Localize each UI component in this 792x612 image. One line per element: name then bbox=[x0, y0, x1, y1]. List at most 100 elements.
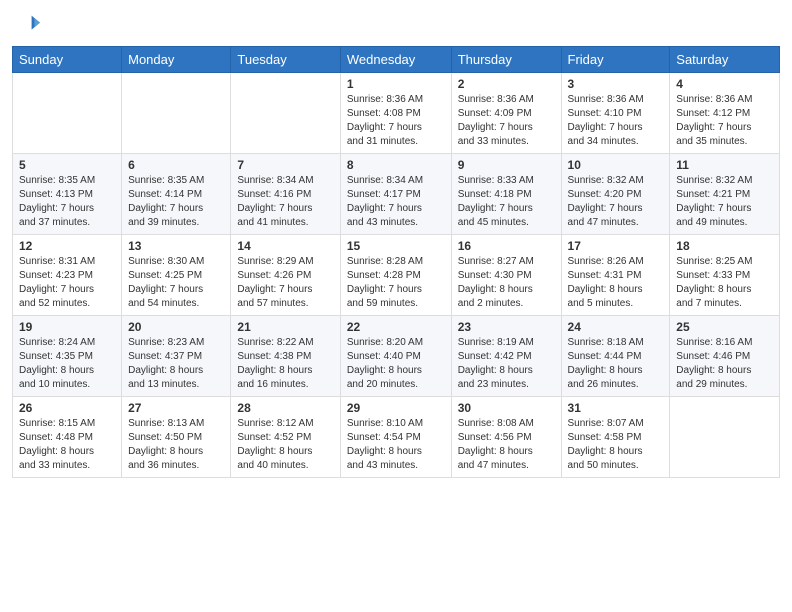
day-number: 21 bbox=[237, 320, 333, 334]
day-cell: 21 Sunrise: 8:22 AM Sunset: 4:38 PM Dayli… bbox=[231, 316, 340, 397]
day-cell: 7 Sunrise: 8:34 AM Sunset: 4:16 PM Daylig… bbox=[231, 154, 340, 235]
week-row-5: 26 Sunrise: 8:15 AM Sunset: 4:48 PM Dayli… bbox=[13, 397, 780, 478]
day-info: Sunrise: 8:34 AM Sunset: 4:17 PM Dayligh… bbox=[347, 174, 445, 230]
day-cell: 18 Sunrise: 8:25 AM Sunset: 4:33 PM Dayli… bbox=[670, 235, 780, 316]
day-cell: 16 Sunrise: 8:27 AM Sunset: 4:30 PM Dayli… bbox=[451, 235, 561, 316]
day-info: Sunrise: 8:25 AM Sunset: 4:33 PM Dayligh… bbox=[676, 255, 773, 311]
day-info: Sunrise: 8:32 AM Sunset: 4:20 PM Dayligh… bbox=[568, 174, 664, 230]
day-info: Sunrise: 8:35 AM Sunset: 4:14 PM Dayligh… bbox=[128, 174, 224, 230]
day-cell: 24 Sunrise: 8:18 AM Sunset: 4:44 PM Dayli… bbox=[561, 316, 670, 397]
day-info: Sunrise: 8:12 AM Sunset: 4:52 PM Dayligh… bbox=[237, 417, 333, 473]
day-number: 25 bbox=[676, 320, 773, 334]
day-info: Sunrise: 8:33 AM Sunset: 4:18 PM Dayligh… bbox=[458, 174, 555, 230]
day-number: 10 bbox=[568, 158, 664, 172]
day-info: Sunrise: 8:35 AM Sunset: 4:13 PM Dayligh… bbox=[19, 174, 115, 230]
day-number: 5 bbox=[19, 158, 115, 172]
day-number: 14 bbox=[237, 239, 333, 253]
weekday-header-saturday: Saturday bbox=[670, 47, 780, 73]
day-cell: 5 Sunrise: 8:35 AM Sunset: 4:13 PM Daylig… bbox=[13, 154, 122, 235]
week-row-4: 19Sunrise: 8:24 AM Sunset: 4:35 PM Dayli… bbox=[13, 316, 780, 397]
weekday-header-sunday: Sunday bbox=[13, 47, 122, 73]
day-info: Sunrise: 8:07 AM Sunset: 4:58 PM Dayligh… bbox=[568, 417, 664, 473]
day-cell: 11 Sunrise: 8:32 AM Sunset: 4:21 PM Dayli… bbox=[670, 154, 780, 235]
day-cell: 25 Sunrise: 8:16 AM Sunset: 4:46 PM Dayli… bbox=[670, 316, 780, 397]
day-info: Sunrise: 8:31 AM Sunset: 4:23 PM Dayligh… bbox=[19, 255, 115, 311]
day-number: 3 bbox=[568, 77, 664, 91]
day-cell: 20 Sunrise: 8:23 AM Sunset: 4:37 PM Dayli… bbox=[122, 316, 231, 397]
day-cell: 27Sunrise: 8:13 AM Sunset: 4:50 PM Dayli… bbox=[122, 397, 231, 478]
day-number: 29 bbox=[347, 401, 445, 415]
logo-icon bbox=[12, 10, 40, 38]
day-cell: 13 Sunrise: 8:30 AM Sunset: 4:25 PM Dayli… bbox=[122, 235, 231, 316]
day-info: Sunrise: 8:32 AM Sunset: 4:21 PM Dayligh… bbox=[676, 174, 773, 230]
weekday-header-wednesday: Wednesday bbox=[340, 47, 451, 73]
day-number: 18 bbox=[676, 239, 773, 253]
day-cell: 23Sunrise: 8:19 AM Sunset: 4:42 PM Dayli… bbox=[451, 316, 561, 397]
day-cell: 10 Sunrise: 8:32 AM Sunset: 4:20 PM Dayli… bbox=[561, 154, 670, 235]
week-row-2: 5 Sunrise: 8:35 AM Sunset: 4:13 PM Daylig… bbox=[13, 154, 780, 235]
day-number: 24 bbox=[568, 320, 664, 334]
day-info: Sunrise: 8:22 AM Sunset: 4:38 PM Dayligh… bbox=[237, 336, 333, 392]
day-cell bbox=[122, 73, 231, 154]
day-info: Sunrise: 8:20 AM Sunset: 4:40 PM Dayligh… bbox=[347, 336, 445, 392]
weekday-header-thursday: Thursday bbox=[451, 47, 561, 73]
day-info: Sunrise: 8:24 AM Sunset: 4:35 PM Dayligh… bbox=[19, 336, 115, 392]
day-number: 7 bbox=[237, 158, 333, 172]
day-cell: 19Sunrise: 8:24 AM Sunset: 4:35 PM Dayli… bbox=[13, 316, 122, 397]
header bbox=[12, 10, 780, 38]
weekday-header-monday: Monday bbox=[122, 47, 231, 73]
day-info: Sunrise: 8:23 AM Sunset: 4:37 PM Dayligh… bbox=[128, 336, 224, 392]
day-cell: 31Sunrise: 8:07 AM Sunset: 4:58 PM Dayli… bbox=[561, 397, 670, 478]
day-number: 2 bbox=[458, 77, 555, 91]
day-cell: 12 Sunrise: 8:31 AM Sunset: 4:23 PM Dayli… bbox=[13, 235, 122, 316]
day-number: 11 bbox=[676, 158, 773, 172]
day-cell bbox=[670, 397, 780, 478]
day-number: 17 bbox=[568, 239, 664, 253]
day-number: 1 bbox=[347, 77, 445, 91]
day-info: Sunrise: 8:16 AM Sunset: 4:46 PM Dayligh… bbox=[676, 336, 773, 392]
day-info: Sunrise: 8:18 AM Sunset: 4:44 PM Dayligh… bbox=[568, 336, 664, 392]
day-number: 28 bbox=[237, 401, 333, 415]
day-info: Sunrise: 8:08 AM Sunset: 4:56 PM Dayligh… bbox=[458, 417, 555, 473]
day-info: Sunrise: 8:15 AM Sunset: 4:48 PM Dayligh… bbox=[19, 417, 115, 473]
page: SundayMondayTuesdayWednesdayThursdayFrid… bbox=[0, 0, 792, 612]
day-info: Sunrise: 8:27 AM Sunset: 4:30 PM Dayligh… bbox=[458, 255, 555, 311]
day-cell: 22 Sunrise: 8:20 AM Sunset: 4:40 PM Dayli… bbox=[340, 316, 451, 397]
day-info: Sunrise: 8:36 AM Sunset: 4:10 PM Dayligh… bbox=[568, 93, 664, 149]
day-number: 4 bbox=[676, 77, 773, 91]
day-cell: 6Sunrise: 8:35 AM Sunset: 4:14 PM Daylig… bbox=[122, 154, 231, 235]
day-cell: 30Sunrise: 8:08 AM Sunset: 4:56 PM Dayli… bbox=[451, 397, 561, 478]
day-cell: 1 Sunrise: 8:36 AM Sunset: 4:08 PM Daylig… bbox=[340, 73, 451, 154]
day-cell: 29 Sunrise: 8:10 AM Sunset: 4:54 PM Dayli… bbox=[340, 397, 451, 478]
day-cell: 14 Sunrise: 8:29 AM Sunset: 4:26 PM Dayli… bbox=[231, 235, 340, 316]
week-row-1: 1 Sunrise: 8:36 AM Sunset: 4:08 PM Daylig… bbox=[13, 73, 780, 154]
day-info: Sunrise: 8:29 AM Sunset: 4:26 PM Dayligh… bbox=[237, 255, 333, 311]
day-cell: 8Sunrise: 8:34 AM Sunset: 4:17 PM Daylig… bbox=[340, 154, 451, 235]
day-cell: 9Sunrise: 8:33 AM Sunset: 4:18 PM Daylig… bbox=[451, 154, 561, 235]
weekday-header-tuesday: Tuesday bbox=[231, 47, 340, 73]
day-cell: 17 Sunrise: 8:26 AM Sunset: 4:31 PM Dayli… bbox=[561, 235, 670, 316]
day-number: 16 bbox=[458, 239, 555, 253]
day-info: Sunrise: 8:26 AM Sunset: 4:31 PM Dayligh… bbox=[568, 255, 664, 311]
day-number: 12 bbox=[19, 239, 115, 253]
day-info: Sunrise: 8:36 AM Sunset: 4:08 PM Dayligh… bbox=[347, 93, 445, 149]
day-info: Sunrise: 8:30 AM Sunset: 4:25 PM Dayligh… bbox=[128, 255, 224, 311]
day-cell: 26 Sunrise: 8:15 AM Sunset: 4:48 PM Dayli… bbox=[13, 397, 122, 478]
day-number: 20 bbox=[128, 320, 224, 334]
day-info: Sunrise: 8:34 AM Sunset: 4:16 PM Dayligh… bbox=[237, 174, 333, 230]
calendar-table: SundayMondayTuesdayWednesdayThursdayFrid… bbox=[12, 46, 780, 478]
day-number: 22 bbox=[347, 320, 445, 334]
weekday-header-row: SundayMondayTuesdayWednesdayThursdayFrid… bbox=[13, 47, 780, 73]
day-info: Sunrise: 8:36 AM Sunset: 4:09 PM Dayligh… bbox=[458, 93, 555, 149]
day-cell: 2 Sunrise: 8:36 AM Sunset: 4:09 PM Daylig… bbox=[451, 73, 561, 154]
day-cell: 4 Sunrise: 8:36 AM Sunset: 4:12 PM Daylig… bbox=[670, 73, 780, 154]
day-info: Sunrise: 8:36 AM Sunset: 4:12 PM Dayligh… bbox=[676, 93, 773, 149]
day-number: 13 bbox=[128, 239, 224, 253]
day-number: 23 bbox=[458, 320, 555, 334]
day-number: 26 bbox=[19, 401, 115, 415]
weekday-header-friday: Friday bbox=[561, 47, 670, 73]
day-cell: 28 Sunrise: 8:12 AM Sunset: 4:52 PM Dayli… bbox=[231, 397, 340, 478]
day-info: Sunrise: 8:10 AM Sunset: 4:54 PM Dayligh… bbox=[347, 417, 445, 473]
day-cell: 3 Sunrise: 8:36 AM Sunset: 4:10 PM Daylig… bbox=[561, 73, 670, 154]
week-row-3: 12 Sunrise: 8:31 AM Sunset: 4:23 PM Dayli… bbox=[13, 235, 780, 316]
